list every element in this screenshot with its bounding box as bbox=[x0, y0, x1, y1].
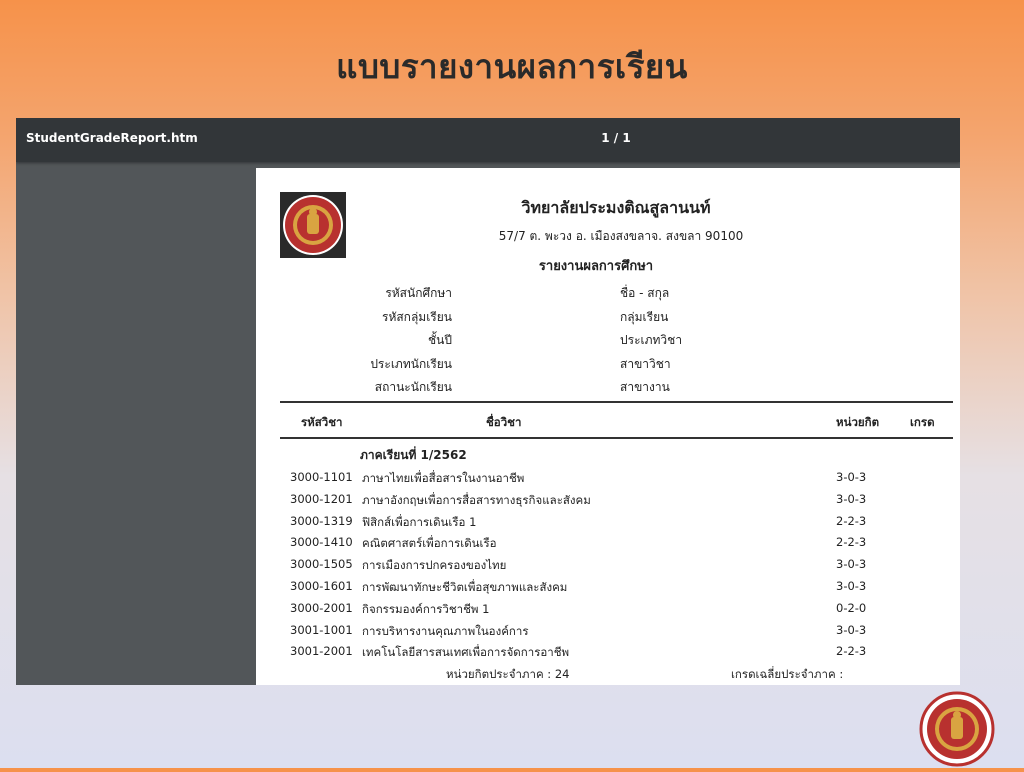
subject-type-label: ประเภทวิชา bbox=[620, 333, 683, 347]
college-name: วิทยาลัยประมงติณสูลานนท์ bbox=[521, 198, 711, 217]
year-label: ชั้นปี bbox=[428, 333, 452, 347]
table-header-rule bbox=[280, 437, 953, 439]
course-name: การพัฒนาทักษะชีวิตเพื่อสุขภาพและสังคม bbox=[362, 579, 568, 594]
table-row: 3000-1601 การพัฒนาทักษะชีวิตเพื่อสุขภาพแ… bbox=[256, 576, 960, 598]
specialization-label: สาขางาน bbox=[620, 380, 670, 394]
student-status-label: สถานะนักเรียน bbox=[374, 380, 452, 394]
major-label: สาขาวิชา bbox=[620, 356, 671, 371]
course-code: 3000-1319 bbox=[290, 513, 353, 528]
student-id-label: รหัสนักศึกษา bbox=[385, 286, 452, 300]
header-credits: หน่วยกิต bbox=[836, 415, 880, 429]
table-row: 3001-2001 เทคโนโลยีสารสนเทศเพื่อการจัดกา… bbox=[256, 641, 960, 663]
course-code: 3001-1001 bbox=[290, 622, 353, 637]
page-indicator[interactable]: 1 / 1 bbox=[576, 131, 656, 145]
semester-label: ภาคเรียนที่ 1/2562 bbox=[360, 448, 467, 462]
college-emblem-icon bbox=[280, 192, 346, 258]
report-heading: รายงานผลการศึกษา bbox=[538, 259, 654, 274]
table-row: 3000-1410 คณิตศาสตร์เพื่อการเดินเรือ 2-2… bbox=[256, 532, 960, 554]
table-row: 3000-1319 ฟิสิกส์เพื่อการเดินเรือ 1 2-2-… bbox=[256, 511, 960, 533]
semester-credits-total: หน่วยกิตประจำภาค : 24 bbox=[446, 667, 570, 681]
slide-title: แบบรายงานผลการเรียน bbox=[336, 47, 688, 86]
course-name: ฟิสิกส์เพื่อการเดินเรือ 1 bbox=[362, 514, 477, 529]
course-credits: 3-0-3 bbox=[836, 470, 867, 484]
group-label: กลุ่มเรียน bbox=[620, 309, 669, 324]
table-row: 3000-1505 การเมืองการปกครองของไทย 3-0-3 bbox=[256, 554, 960, 576]
course-credits: 2-2-3 bbox=[836, 513, 867, 528]
viewer-toolbar: StudentGradeReport.htm 1 / 1 bbox=[16, 118, 960, 162]
report-page: วิทยาลัยประมงติณสูลานนท์ 57/7 ต. พะวง อ.… bbox=[256, 168, 960, 685]
course-name: การเมืองการปกครองของไทย bbox=[362, 558, 507, 573]
course-code: 3000-1505 bbox=[290, 557, 353, 572]
document-filename: StudentGradeReport.htm bbox=[26, 131, 198, 145]
student-info-labels-left: รหัสนักศึกษา รหัสกลุ่มเรียน ชั้นปี ประเภ… bbox=[336, 282, 452, 400]
college-seal-icon bbox=[918, 690, 996, 768]
course-code: 3000-1601 bbox=[290, 578, 353, 593]
course-name: การบริหารงานคุณภาพในองค์การ bbox=[362, 623, 529, 638]
group-id-label: รหัสกลุ่มเรียน bbox=[382, 309, 452, 324]
course-name: กิจกรรมองค์การวิชาชีพ 1 bbox=[362, 601, 490, 616]
student-type-label: ประเภทนักเรียน bbox=[370, 356, 452, 371]
course-code: 3000-1410 bbox=[290, 535, 353, 550]
table-row: 3001-1001 การบริหารงานคุณภาพในองค์การ 3-… bbox=[256, 620, 960, 642]
course-name: คณิตศาสตร์เพื่อการเดินเรือ bbox=[362, 536, 497, 551]
course-code: 3001-2001 bbox=[290, 644, 353, 659]
college-address: 57/7 ต. พะวง อ. เมืองสงขลาจ. สงขลา 90100 bbox=[498, 229, 744, 243]
course-list: 3000-1101 ภาษาไทยเพื่อสื่อสารในงานอาชีพ … bbox=[256, 467, 960, 663]
course-name: ภาษาไทยเพื่อสื่อสารในงานอาชีพ bbox=[362, 471, 525, 485]
table-top-rule bbox=[280, 401, 953, 403]
student-info-labels-right: ชื่อ - สกุล กลุ่มเรียน ประเภทวิชา สาขาวิ… bbox=[620, 282, 740, 400]
course-credits: 0-2-0 bbox=[836, 600, 867, 615]
course-name: ภาษาอังกฤษเพื่อการสื่อสารทางธุรกิจและสัง… bbox=[362, 492, 591, 507]
table-row: 3000-1101 ภาษาไทยเพื่อสื่อสารในงานอาชีพ … bbox=[256, 467, 960, 489]
course-credits: 3-0-3 bbox=[836, 622, 867, 637]
course-code: 3000-1101 bbox=[290, 470, 353, 484]
table-row: 3000-1201 ภาษาอังกฤษเพื่อการสื่อสารทางธุ… bbox=[256, 489, 960, 511]
course-credits: 3-0-3 bbox=[836, 578, 867, 593]
course-name: เทคโนโลยีสารสนเทศเพื่อการจัดการอาชีพ bbox=[362, 645, 570, 660]
table-row: 3000-2001 กิจกรรมองค์การวิชาชีพ 1 0-2-0 bbox=[256, 598, 960, 620]
header-course-code: รหัสวิชา bbox=[301, 415, 343, 429]
course-credits: 3-0-3 bbox=[836, 491, 867, 506]
course-code: 3000-1201 bbox=[290, 491, 353, 506]
course-credits: 2-2-3 bbox=[836, 535, 867, 550]
course-code: 3000-2001 bbox=[290, 600, 353, 615]
header-grade: เกรด bbox=[910, 415, 935, 429]
course-credits: 3-0-3 bbox=[836, 557, 867, 572]
header-course-name: ชื่อวิชา bbox=[486, 415, 522, 429]
semester-gpa: เกรดเฉลี่ยประจำภาค : bbox=[731, 667, 844, 681]
course-credits: 2-2-3 bbox=[836, 644, 867, 659]
full-name-label: ชื่อ - สกุล bbox=[620, 286, 670, 300]
document-viewer: StudentGradeReport.htm 1 / 1 วิทยาลัยประ… bbox=[16, 118, 960, 685]
